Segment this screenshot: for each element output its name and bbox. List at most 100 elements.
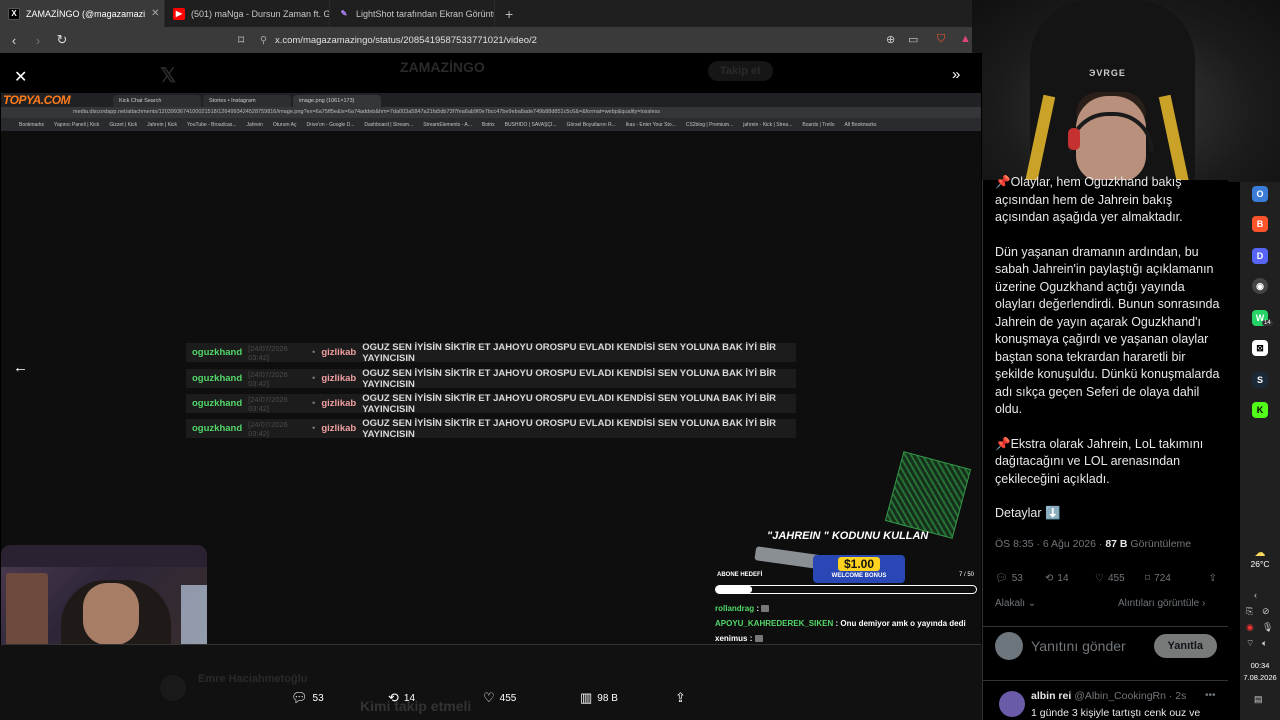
views-chart-icon: ▥ xyxy=(580,690,593,705)
browser-tab-youtube[interactable]: ▶ (501) maNga - Dursun Zaman ft. Gök xyxy=(165,0,330,27)
heart-icon: ♡ xyxy=(1095,573,1104,584)
weather-icon: ☁ xyxy=(1254,547,1266,559)
kick-icon[interactable]: K xyxy=(1252,402,1268,418)
reply-composer: Yanıtını gönder Yanıtla xyxy=(983,626,1229,664)
kick-chat-message: APOYU_KAHREDEREK_SIKEN : Onu demiyor amk… xyxy=(715,616,977,631)
discord-chat-line: oguzkhand [24/07/2026 03:42] • gizlikab OGUZ… xyxy=(186,393,796,415)
zoom-icon[interactable]: ⊕ xyxy=(886,33,895,46)
tray-wifi-icon[interactable]: ⌔ xyxy=(1246,638,1254,649)
close-viewer-icon[interactable]: ✕ xyxy=(14,67,27,87)
views-count: 98 B xyxy=(597,692,618,704)
back-icon[interactable]: ‹ xyxy=(4,33,24,48)
expand-panel-icon[interactable]: » xyxy=(952,66,960,83)
capcut-icon[interactable]: ⊠ xyxy=(1252,340,1268,356)
repost-action[interactable]: ⟲ 14 xyxy=(388,690,415,706)
cast-icon[interactable]: ▭ xyxy=(908,33,918,46)
rewards-icon[interactable]: ▲ xyxy=(960,33,971,45)
tab-title: (501) maNga - Dursun Zaman ft. Gök xyxy=(191,8,330,19)
tray-record-icon[interactable]: ◉ xyxy=(1246,622,1254,633)
ring-light xyxy=(181,585,207,644)
chat-message: OGUZ SEN İYİSİN SİKTİR ET JAHOYU OROSPU … xyxy=(362,341,777,364)
streamer-face xyxy=(83,583,139,644)
system-clock[interactable]: 00:34 7.08.2026 xyxy=(1240,660,1280,684)
sort-relevant-dropdown[interactable]: Alakalı ⌄ xyxy=(995,598,1036,609)
panel-like-button[interactable]: ♡ 455 xyxy=(1095,573,1145,584)
browser-address-row: ‹ › ↻ ⌑ ⚲ x.com/magazamazingo/status/208… xyxy=(0,27,972,53)
browser-tab-lightshot[interactable]: ✎ LightShot tarafından Ekran Görüntüs xyxy=(330,0,495,27)
avatar[interactable] xyxy=(999,691,1025,717)
panel-reply-button[interactable]: 💬︎ 53 xyxy=(995,573,1045,584)
like-count: 455 xyxy=(499,692,517,704)
url-text: x.com/magazamazingo/status/2085419587533… xyxy=(274,34,537,46)
separator-dot-icon: • xyxy=(312,373,316,384)
video-inner-bookmark: jahrein - Kick | Strea... xyxy=(743,121,793,128)
tweet-text: 📌Olaylar, hem Oguzkhand bakış açısından … xyxy=(995,175,1225,540)
bookmark-icon: ⌑ xyxy=(1145,573,1151,584)
panel-repost-button[interactable]: ⟲ 14 xyxy=(1045,573,1095,584)
address-bar[interactable]: ⚲ x.com/magazamazingo/status/20854195875… xyxy=(260,31,960,49)
reply-action[interactable]: 💬︎ 53 xyxy=(291,690,324,706)
reply-author-name[interactable]: albin rei xyxy=(1031,690,1071,702)
tray-mic-icon[interactable]: 🎙︎ xyxy=(1262,622,1273,633)
close-tab-icon[interactable]: ✕ xyxy=(151,8,159,19)
chevron-left-icon[interactable]: ‹ xyxy=(1254,590,1257,600)
video-inner-browser-tabs: Kick Chat Search Stories • Instagram ima… xyxy=(1,93,981,107)
background-reply-author: Emre Haciahmetoğlu xyxy=(198,673,308,685)
separator-dot-icon: • xyxy=(312,398,316,409)
tweet-paragraph: 📌Ekstra olarak Jahrein, LoL takımını dağ… xyxy=(995,436,1204,486)
reply-input[interactable]: Yanıtını gönder xyxy=(1031,638,1126,654)
outlook-icon[interactable]: O xyxy=(1252,186,1268,202)
video-inner-bookmark: Jahrein xyxy=(246,121,263,128)
share-icon[interactable]: ⇪ xyxy=(1209,573,1217,584)
video-inner-bookmark: StreamElements - A... xyxy=(423,121,472,128)
steam-icon[interactable]: S xyxy=(1252,372,1268,388)
bookmark-icon[interactable]: ⌑ xyxy=(238,33,244,47)
chat-user: oguzkhand xyxy=(192,347,243,358)
clock-date: 7.08.2026 xyxy=(1243,673,1277,682)
kick-chat-overlay: rollandrag : APOYU_KAHREDEREK_SIKEN : On… xyxy=(715,601,977,644)
like-action[interactable]: ♡ 455 xyxy=(483,690,516,706)
repost-icon: ⟲ xyxy=(1045,573,1054,584)
reply-item[interactable]: albin rei @Albin_CookingRn · 2s ••• 1 gü… xyxy=(983,680,1229,720)
share-action[interactable]: ⇪ xyxy=(675,690,686,706)
video-inner-bookmark: YouTube - Broadcas... xyxy=(187,121,237,128)
sort-label: Alakalı xyxy=(995,598,1026,609)
weather-widget[interactable]: ☁ 26°C xyxy=(1240,546,1280,569)
panel-bookmark-button[interactable]: ⌑ 724 xyxy=(1145,573,1195,584)
discord-chat-line: oguzkhand [24/07/2026 03:42] • gizlikab OGUZ… xyxy=(186,341,796,364)
reply-submit-button[interactable]: Yanıtla xyxy=(1153,633,1217,658)
new-tab-button[interactable]: + xyxy=(495,6,523,22)
video-inner-tab: image.png (1061×173) xyxy=(293,95,381,107)
more-options-icon[interactable]: ••• xyxy=(1205,690,1216,701)
clock-time: 00:34 xyxy=(1250,661,1270,670)
view-quotes-link[interactable]: Alıntıları görüntüle › xyxy=(1118,598,1205,609)
brave-shield-icon[interactable]: ⛉ xyxy=(937,33,945,46)
forward-icon[interactable]: › xyxy=(28,33,48,48)
kick-chat-user: rollandrag xyxy=(715,604,755,613)
site-settings-icon[interactable]: ⚲ xyxy=(260,35,267,46)
video-inner-tab: Kick Chat Search xyxy=(113,95,201,107)
chat-user: oguzkhand xyxy=(192,373,243,384)
background-header-name: ZAMAZİNGO xyxy=(400,59,485,75)
reload-icon[interactable]: ↻ xyxy=(52,32,72,48)
tray-network-icon[interactable]: ⎘ xyxy=(1246,606,1253,617)
green-cube-graphic xyxy=(884,451,972,539)
tweet-timestamp[interactable]: ÖS 8:35 · 6 Ağu 2026 · xyxy=(995,538,1105,550)
previous-media-icon[interactable]: ← xyxy=(13,359,28,376)
brave-icon[interactable]: B xyxy=(1252,216,1268,232)
browser-tab-x[interactable]: X ZAMAZİNGO (@magazamazi ✕ xyxy=(0,0,165,27)
repost-count: 14 xyxy=(403,692,416,704)
kick-chat-text: Onu demiyor amk o yayında dedi xyxy=(840,619,966,628)
repost-icon: ⟲ xyxy=(388,690,399,705)
welcome-bonus-banner: $1.00 WELCOME BONUS xyxy=(813,555,905,583)
youtube-icon: ▶ xyxy=(173,7,185,20)
video-player[interactable]: Kick Chat Search Stories • Instagram ima… xyxy=(1,93,981,645)
notifications-icon[interactable]: ▤ xyxy=(1254,694,1263,705)
views-action[interactable]: ▥ 98 B xyxy=(580,690,618,706)
chat-timestamp: [24/07/2026 03:42] xyxy=(248,419,288,438)
discord-icon[interactable]: D xyxy=(1252,248,1268,264)
obs-icon[interactable]: ◉ xyxy=(1252,278,1268,294)
tweet-meta: ÖS 8:35 · 6 Ağu 2026 · 87 B Görüntüleme xyxy=(995,538,1191,550)
tray-volume-icon[interactable]: 🔈︎ xyxy=(1262,638,1267,649)
tray-mute-icon[interactable]: ⊘ xyxy=(1262,606,1270,617)
